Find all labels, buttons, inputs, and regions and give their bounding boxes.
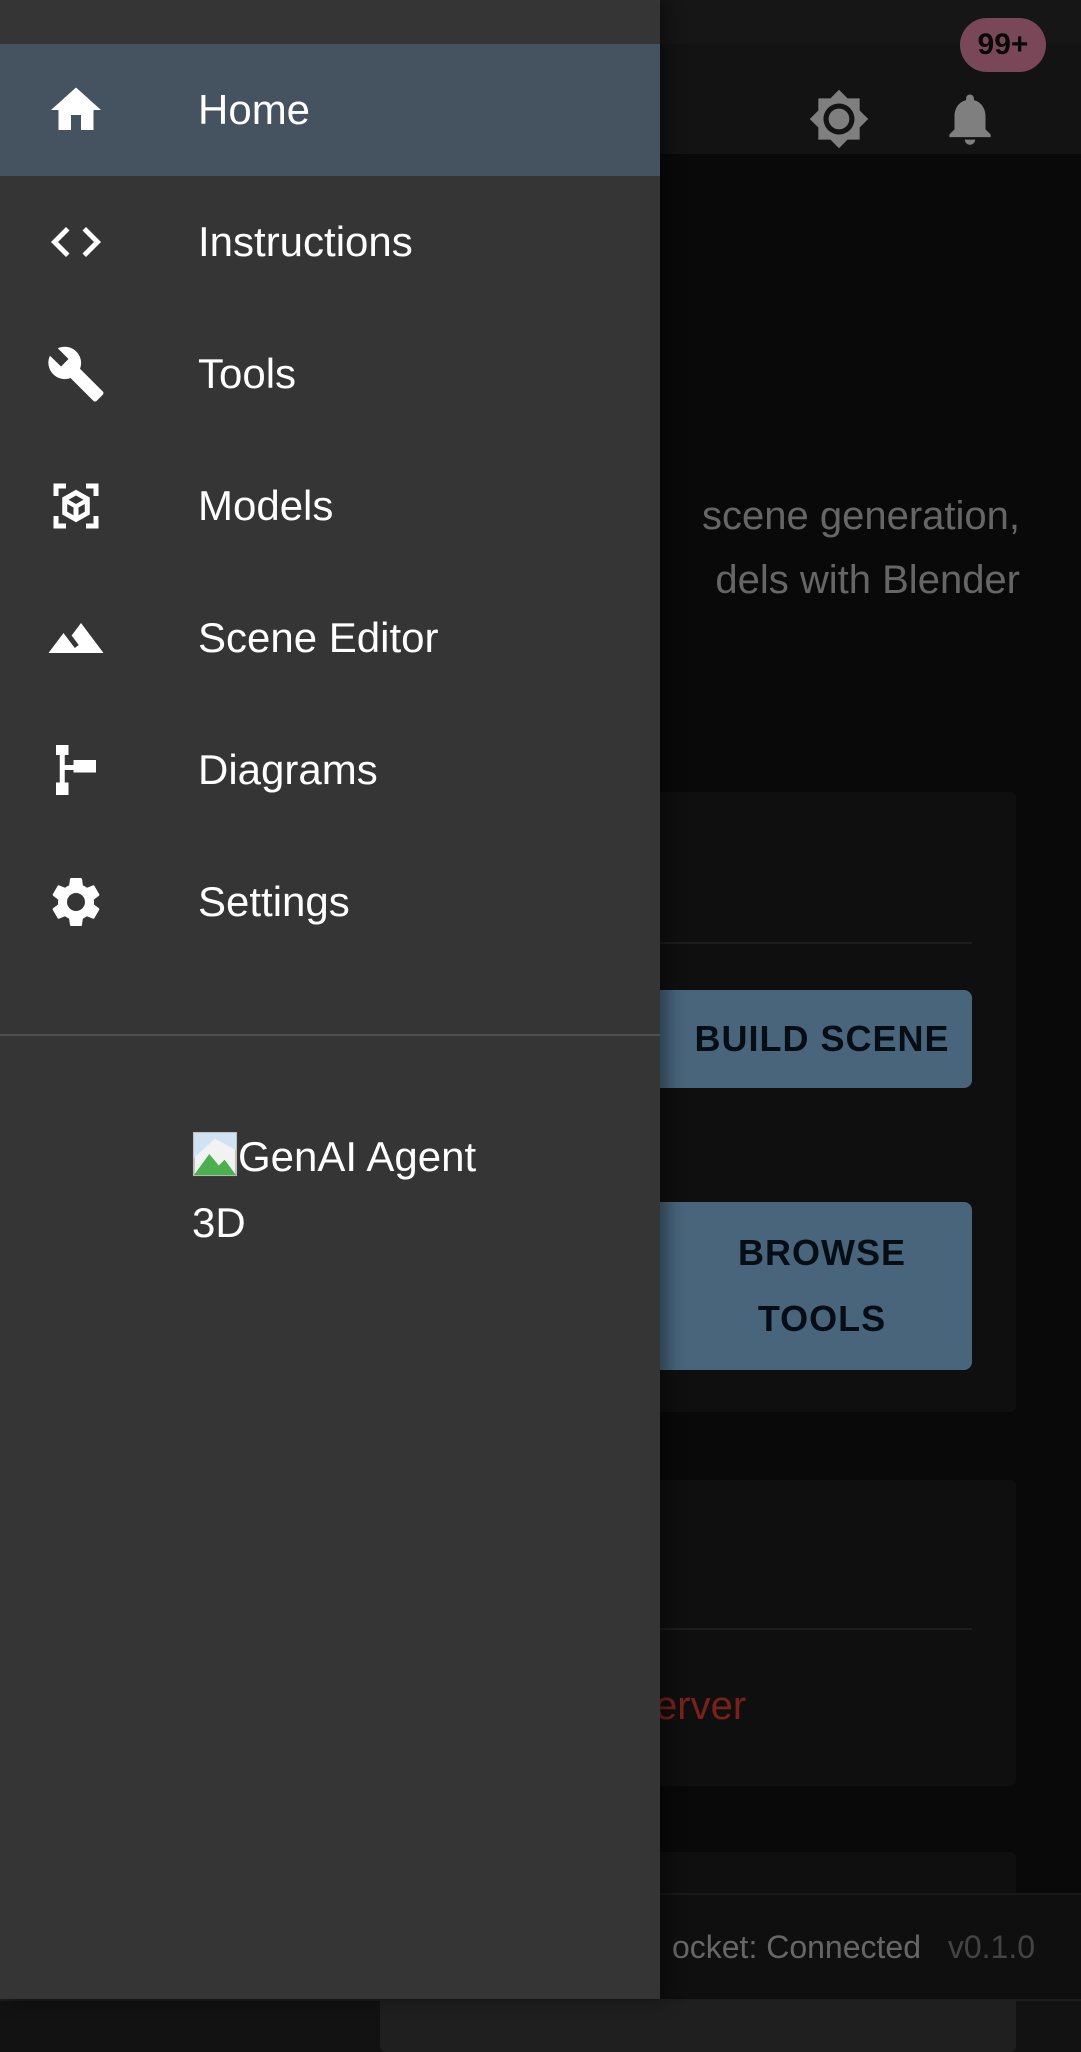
nav-item-label: Settings [198,878,350,925]
home-icon [44,78,108,142]
nav-item-settings[interactable]: Settings [0,836,660,968]
nav-item-label: Models [198,482,334,529]
nav-item-label: Diagrams [198,746,378,793]
nav-item-instructions[interactable]: Instructions [0,176,660,308]
landscape-icon [44,606,108,670]
nav-item-models[interactable]: Models [0,440,660,572]
nav-item-diagrams[interactable]: Diagrams [0,704,660,836]
nav-item-tools[interactable]: Tools [0,308,660,440]
drawer-divider [0,1034,660,1036]
nav-item-label: Scene Editor [198,614,439,661]
app-logo: GenAI Agent 3D [192,1124,492,1256]
nav-item-label: Instructions [198,218,413,265]
nav-item-home[interactable]: Home [0,44,660,176]
nav-list: Home Instructions Tools Models Scene Edi [0,44,660,968]
navigation-drawer: Home Instructions Tools Models Scene Edi [0,0,660,1999]
nav-item-label: Home [198,86,311,133]
wrench-icon [44,342,108,406]
code-icon [44,210,108,274]
nav-item-label: Tools [198,350,297,397]
broken-image-icon [192,1130,238,1177]
cube-scan-icon [44,474,108,538]
gear-icon [44,870,108,934]
diagram-icon [44,738,108,802]
nav-item-scene-editor[interactable]: Scene Editor [0,572,660,704]
